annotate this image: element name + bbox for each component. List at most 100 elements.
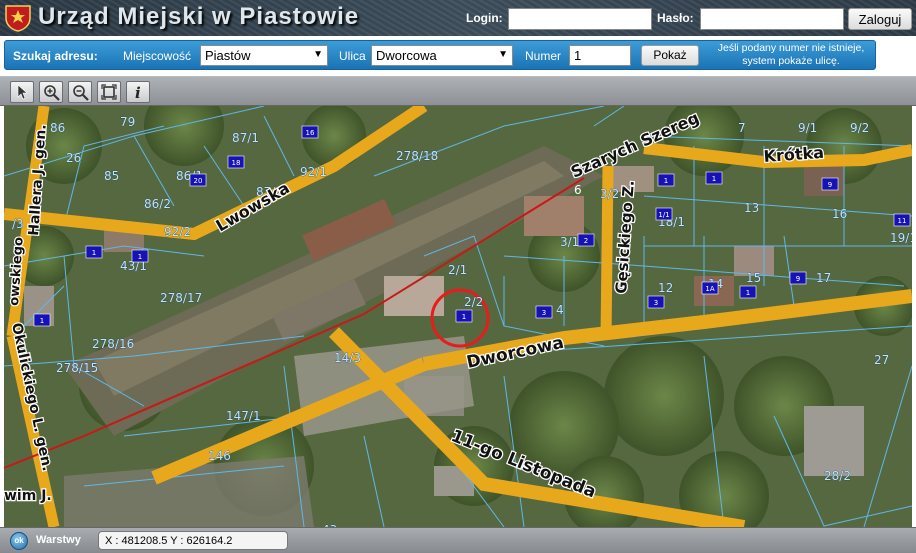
house-number-marker[interactable]: 1/1 xyxy=(655,207,673,221)
street-label-wim: wim J. xyxy=(4,488,52,504)
search-hint: Jeśli podany numer nie istnieje, system … xyxy=(717,42,865,67)
house-number-marker[interactable]: 3 xyxy=(647,295,665,309)
house-number-text: 16 xyxy=(306,129,315,137)
house-number-text: 1/1 xyxy=(658,211,669,219)
password-label: Hasło: xyxy=(657,11,694,25)
house-number-marker[interactable]: 16 xyxy=(301,125,319,139)
parcel-number-label: 27 xyxy=(874,353,889,367)
house-number-marker[interactable]: 1 xyxy=(739,285,757,299)
header: Urząd Miejski w Piastowie Login: Hasło: … xyxy=(0,0,916,36)
parcel-number-label: 15 xyxy=(746,271,761,285)
number-label: Numer xyxy=(525,49,562,63)
map-toolbar: i xyxy=(0,76,916,106)
parcel-number-label: 9/1 xyxy=(798,121,817,135)
parcel-number-label: 9/2 xyxy=(850,121,869,135)
address-search-bar: Szukaj adresu: Miejscowość Piastów ▼ Uli… xyxy=(4,40,876,70)
parcel-number-label: 16 xyxy=(832,207,847,221)
parcel-number-label: 86 xyxy=(50,121,65,135)
info-tool-button[interactable]: i xyxy=(126,81,150,103)
parcel-number-label: 28/2 xyxy=(824,469,851,483)
house-number-marker[interactable]: 1A xyxy=(701,281,719,295)
show-button[interactable]: Pokaż xyxy=(641,45,699,66)
login-label: Login: xyxy=(466,11,503,25)
parcel-number-label: 17 xyxy=(816,271,831,285)
house-number-marker[interactable]: 1 xyxy=(131,249,149,263)
search-heading: Szukaj adresu: xyxy=(13,49,98,63)
house-number-marker[interactable]: 1 xyxy=(33,313,51,327)
full-extent-icon xyxy=(101,84,117,100)
login-button[interactable]: Zaloguj xyxy=(848,8,912,30)
parcel-number-label: 13 xyxy=(744,201,759,215)
svg-text:i: i xyxy=(135,84,141,100)
status-bar: ok Warstwy X : 481208.5 Y : 626164.2 xyxy=(0,527,916,553)
site-title: Urząd Miejski w Piastowie xyxy=(38,3,360,30)
chevron-down-icon: ▼ xyxy=(498,49,508,60)
number-input[interactable] xyxy=(569,45,631,66)
parcel-number-label: 146 xyxy=(208,449,231,463)
house-number-text: 3 xyxy=(654,299,658,307)
street-numbers: 6 xyxy=(574,183,582,197)
house-number-text: 1 xyxy=(712,175,716,183)
parcel-number-label: 147/1 xyxy=(226,409,261,423)
parcel-number-label: 278/16 xyxy=(92,337,134,351)
house-number-text: 20 xyxy=(194,177,203,185)
house-number-marker[interactable]: 9 xyxy=(821,177,839,191)
city-select[interactable]: Piastów ▼ xyxy=(200,45,328,66)
chevron-down-icon: ▼ xyxy=(313,49,323,60)
password-input[interactable] xyxy=(700,8,844,30)
house-number-marker[interactable]: 11 xyxy=(893,213,911,227)
map-view[interactable]: 79 86 87/1 85 86/1 92/1 278/18 87/2 86/2 92/2 7 9/1… xyxy=(4,106,912,527)
parcel-number-label: 14/3 xyxy=(334,351,361,365)
parcel-number-label: 2/2 xyxy=(464,295,483,309)
house-number-text: 18 xyxy=(232,159,241,167)
zoom-out-tool-button[interactable] xyxy=(68,81,92,103)
house-number-marker[interactable]: 18 xyxy=(227,155,245,169)
house-number-text: 9 xyxy=(796,275,800,283)
parcel-number-label: 278/18 xyxy=(396,149,438,163)
parcel-number-label: 19/1 xyxy=(890,231,912,245)
city-crest-icon xyxy=(5,5,31,32)
house-number-text: 1 xyxy=(462,313,466,321)
parcel-number-label: 7 xyxy=(738,121,746,135)
parcel-number-label: 86/2 xyxy=(144,197,171,211)
zoom-in-tool-button[interactable] xyxy=(39,81,63,103)
house-number-marker[interactable]: 1 xyxy=(705,171,723,185)
full-extent-tool-button[interactable] xyxy=(97,81,121,103)
street-number-label: 6 xyxy=(574,183,582,197)
pointer-tool-button[interactable] xyxy=(10,81,34,103)
house-number-marker[interactable]: 2 xyxy=(577,233,595,247)
house-number-marker[interactable]: 1 xyxy=(657,173,675,187)
coordinates-readout: X : 481208.5 Y : 626164.2 xyxy=(98,531,288,550)
house-number-text: 3 xyxy=(542,309,546,317)
parcel-number-label: 26 xyxy=(66,151,81,165)
house-number-marker[interactable]: 3 xyxy=(535,305,553,319)
house-number-text: 1 xyxy=(746,289,750,297)
login-input[interactable] xyxy=(508,8,652,30)
house-number-text: 1A xyxy=(705,285,714,293)
info-icon: i xyxy=(135,84,141,100)
map-canvas[interactable]: 798687/185 86/1 92/1278/1887/286/292/27 9/1… xyxy=(4,106,912,527)
parcel-number-label: 87/1 xyxy=(232,131,259,145)
street-select-value: Dworcowa xyxy=(376,48,437,63)
parcel-number-label: 79 xyxy=(120,115,135,129)
house-number-marker[interactable]: 1 xyxy=(455,309,473,323)
parcel-number-label: 3/2 xyxy=(600,187,619,201)
parcel-number-label: /3 xyxy=(12,217,24,231)
parcel-number-label: 4 xyxy=(556,303,564,317)
layers-button[interactable]: Warstwy xyxy=(36,534,81,546)
house-number-text: 1 xyxy=(92,249,96,257)
parcel-number-label: 278/17 xyxy=(160,291,202,305)
zoom-in-icon xyxy=(44,85,60,101)
house-number-marker[interactable]: 1 xyxy=(85,245,103,259)
pointer-icon xyxy=(17,84,28,100)
house-number-marker[interactable]: 9 xyxy=(789,271,807,285)
street-label: Ulica xyxy=(339,49,366,63)
parcel-number-label: 92/1 xyxy=(300,165,327,179)
parcel-number-label: 85 xyxy=(104,169,119,183)
layers-icon[interactable]: ok xyxy=(10,532,28,550)
house-number-marker[interactable]: 20 xyxy=(189,173,207,187)
street-select[interactable]: Dworcowa ▼ xyxy=(371,45,513,66)
parcel-number-label: 2/1 xyxy=(448,263,467,277)
house-number-text: 11 xyxy=(898,217,907,225)
house-number-text: 9 xyxy=(828,181,832,189)
